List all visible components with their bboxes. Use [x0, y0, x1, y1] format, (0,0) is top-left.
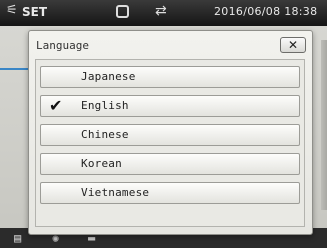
- option-label: English: [81, 99, 129, 112]
- language-dialog: Language ✕ Japanese ✔ English Chinese Ko…: [28, 30, 313, 235]
- device-screen: ⚟ SET ⇄ 2016/06/08 18:38 ▤ ✺ ▬ Language …: [0, 0, 327, 248]
- plug-icon: ⇄: [155, 3, 167, 19]
- datetime: 2016/06/08 18:38: [214, 5, 318, 18]
- language-option-vietnamese[interactable]: Vietnamese: [40, 182, 300, 204]
- language-list: Japanese ✔ English Chinese Korean Vietna…: [35, 59, 305, 227]
- mode-label: SET: [22, 5, 48, 19]
- storage-icon: [116, 5, 129, 18]
- dialog-title: Language: [36, 39, 89, 52]
- status-bar: ⚟ SET ⇄ 2016/06/08 18:38: [0, 0, 327, 26]
- option-label: Japanese: [81, 70, 136, 83]
- check-icon: ✔: [49, 96, 63, 115]
- language-option-english[interactable]: ✔ English: [40, 95, 300, 117]
- background-panel-edge: [321, 40, 327, 210]
- language-option-korean[interactable]: Korean: [40, 153, 300, 175]
- option-label: Vietnamese: [81, 186, 150, 199]
- option-label: Chinese: [81, 128, 129, 141]
- language-option-chinese[interactable]: Chinese: [40, 124, 300, 146]
- settings-icon: ⚟: [6, 3, 18, 18]
- option-label: Korean: [81, 157, 122, 170]
- menu-icon[interactable]: ▤: [14, 231, 21, 245]
- language-option-japanese[interactable]: Japanese: [40, 66, 300, 88]
- close-icon: ✕: [287, 38, 299, 52]
- close-button[interactable]: ✕: [280, 37, 306, 53]
